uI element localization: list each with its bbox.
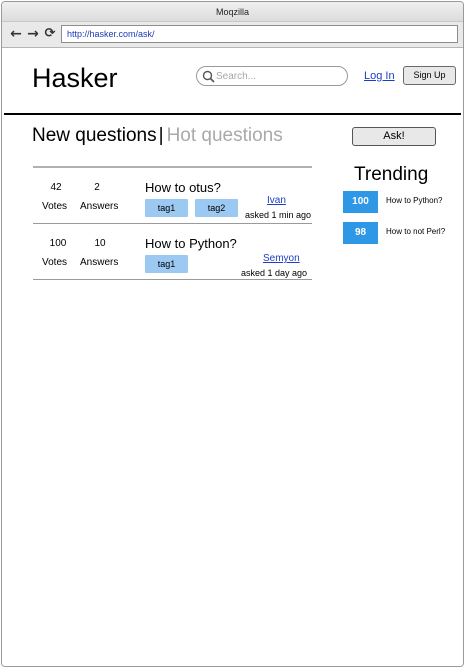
tab-hot-questions[interactable]: Hot questions — [167, 125, 283, 146]
back-arrow-icon[interactable]: ← — [9, 25, 23, 43]
login-link[interactable]: Log In — [364, 70, 395, 82]
browser-window: Moqzilla ← → ⟳ http://hasker.com/ask/ Ha… — [1, 1, 464, 667]
search-input[interactable] — [216, 68, 344, 84]
trending-item[interactable]: 98 How to not Perl? — [343, 222, 463, 244]
question-tabs: New questions | Hot questions — [32, 124, 283, 148]
answers-count: 2 — [94, 182, 100, 193]
search-box[interactable] — [196, 66, 348, 86]
forward-arrow-icon[interactable]: → — [26, 25, 40, 43]
trending-item-title[interactable]: How to not Perl? — [386, 227, 445, 236]
votes-count: 42 — [50, 182, 62, 193]
header-divider — [4, 113, 461, 115]
question-tag[interactable]: tag2 — [195, 199, 238, 217]
signup-button[interactable]: Sign Up — [403, 66, 456, 85]
tab-new-questions[interactable]: New questions — [32, 125, 157, 146]
answers-label: Answers — [80, 201, 119, 212]
question-list: 42 Votes 2 Answers How to otus? tag1 tag… — [33, 166, 312, 280]
author-link[interactable]: Ivan — [267, 195, 286, 206]
trending-score-badge: 98 — [343, 222, 378, 244]
trending-title: Trending — [354, 164, 429, 185]
trending-item-title[interactable]: How to Python? — [386, 196, 442, 205]
page-content: Hasker Log In Sign Up New questions|Hot … — [2, 48, 463, 666]
reload-icon[interactable]: ⟳ — [43, 25, 57, 43]
question-title[interactable]: How to otus? — [145, 180, 221, 195]
question-title[interactable]: How to Python? — [145, 236, 237, 251]
question-row: 42 Votes 2 Answers How to otus? tag1 tag… — [33, 168, 312, 223]
trending-score-badge: 100 — [343, 191, 378, 213]
answers-label: Answers — [80, 257, 119, 268]
asked-time: asked 1 day ago — [241, 268, 308, 278]
author-link[interactable]: Semyon — [263, 253, 300, 264]
browser-toolbar: ← → ⟳ http://hasker.com/ask/ — [2, 22, 463, 48]
window-title: Moqzilla — [2, 2, 463, 22]
tab-separator: | — [158, 125, 164, 146]
trending-item[interactable]: 100 How to Python? — [343, 191, 463, 213]
asked-time: asked 1 min ago — [245, 210, 312, 220]
question-row: 100 Votes 10 Answers How to Python? tag1… — [33, 224, 312, 279]
ask-button[interactable]: Ask! — [352, 127, 436, 146]
votes-count: 100 — [49, 238, 67, 249]
address-bar[interactable]: http://hasker.com/ask/ — [61, 25, 458, 43]
search-icon — [202, 70, 215, 83]
votes-label: Votes — [42, 201, 68, 212]
question-tag[interactable]: tag1 — [145, 199, 188, 217]
question-tag[interactable]: tag1 — [145, 255, 188, 273]
row-divider — [33, 279, 312, 280]
site-logo[interactable]: Hasker — [32, 62, 118, 94]
answers-count: 10 — [94, 238, 106, 249]
votes-label: Votes — [42, 257, 68, 268]
